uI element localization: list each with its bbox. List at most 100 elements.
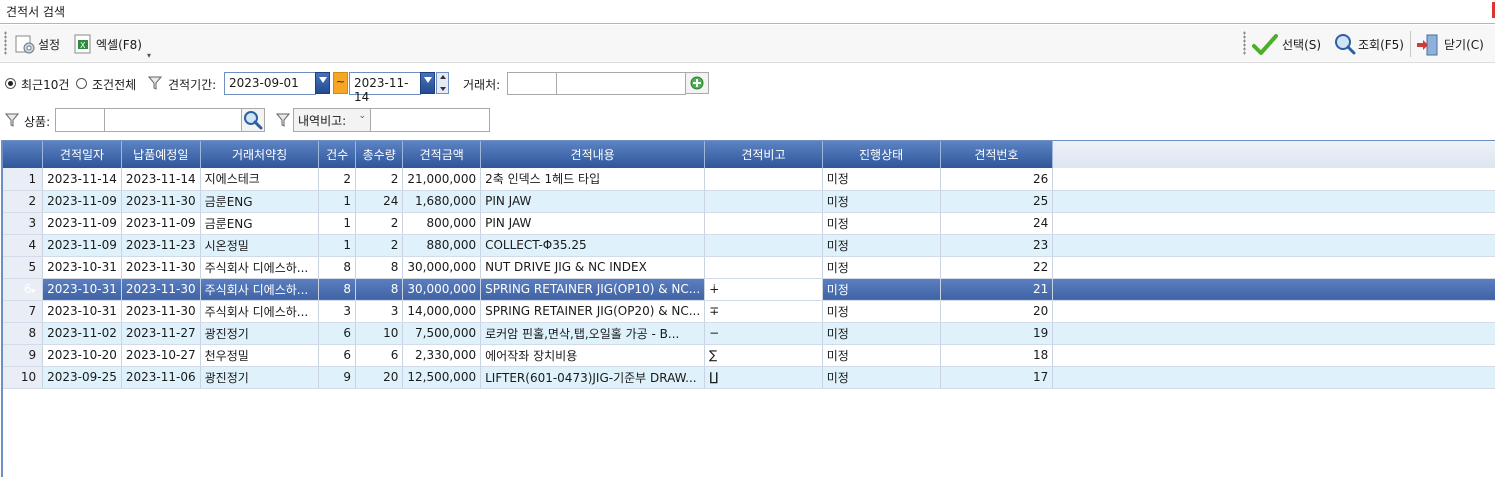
product-code-input[interactable] — [55, 108, 105, 132]
quantity-cell[interactable]: 10 — [355, 322, 404, 345]
row-number[interactable]: 5 — [3, 256, 44, 279]
quote-date-cell[interactable]: 2023-09-25 — [42, 366, 122, 389]
quote-date-cell[interactable]: 2023-11-09 — [42, 212, 122, 235]
table-row[interactable]: 3 2023-11-09 2023-11-09 금룬ENG 1 2 800,000 PIN J… — [3, 212, 1495, 235]
table-row[interactable]: 4 2023-11-09 2023-11-23 시온정밀 1 2 880,000 COLLEC… — [3, 234, 1495, 257]
count-cell[interactable]: 8 — [318, 256, 356, 279]
col-header-remark[interactable]: 견적비고 — [704, 141, 823, 168]
due-date-cell[interactable]: 2023-11-06 — [121, 366, 201, 389]
due-date-cell[interactable]: 2023-11-30 — [121, 300, 201, 323]
quote-no-cell[interactable]: 22 — [940, 256, 1054, 279]
table-row[interactable]: 5 2023-10-31 2023-11-30 주식회사 디에스하... 8 8 30,00… — [3, 256, 1495, 279]
quantity-cell[interactable]: 3 — [355, 300, 404, 323]
toolbar-grip[interactable] — [4, 31, 7, 55]
date-to-input[interactable]: 2023-11-14 — [349, 72, 421, 104]
all-conditions-radio[interactable] — [76, 78, 87, 89]
amount-cell[interactable]: 800,000 — [402, 212, 482, 235]
count-cell[interactable]: 1 — [318, 234, 356, 257]
client-cell[interactable]: 금룬ENG — [200, 190, 320, 213]
detail-remark-input[interactable] — [370, 108, 490, 132]
quote-no-cell[interactable]: 25 — [940, 190, 1054, 213]
search-button[interactable]: 조회(F5) — [1334, 31, 1404, 57]
count-cell[interactable]: 6 — [318, 322, 356, 345]
due-date-cell[interactable]: 2023-11-30 — [121, 190, 201, 213]
client-name-input[interactable] — [556, 72, 686, 95]
status-cell[interactable]: 미정 — [822, 190, 941, 213]
row-number[interactable]: 8 — [3, 322, 44, 345]
quote-date-cell[interactable]: 2023-11-09 — [42, 190, 122, 213]
close-button[interactable]: 닫기(C) — [1416, 31, 1484, 57]
row-number[interactable]: 2 — [3, 190, 44, 213]
table-row[interactable]: 2 2023-11-09 2023-11-30 금룬ENG 1 24 1,680,000 PI… — [3, 190, 1495, 213]
remark-cell[interactable]: ∔ — [704, 278, 823, 301]
content-cell[interactable]: SPRING RETAINER JIG(OP20) & NC... — [480, 300, 706, 323]
amount-cell[interactable]: 2,330,000 — [402, 344, 482, 367]
quantity-cell[interactable]: 6 — [355, 344, 404, 367]
quantity-cell[interactable]: 20 — [355, 366, 404, 389]
amount-cell[interactable]: 14,000,000 — [402, 300, 482, 323]
client-cell[interactable]: 지에스테크 — [200, 168, 320, 191]
quote-no-cell[interactable]: 23 — [940, 234, 1054, 257]
quantity-cell[interactable]: 8 — [355, 278, 404, 301]
col-header-count[interactable]: 건수 — [318, 141, 356, 168]
quantity-cell[interactable]: 24 — [355, 190, 404, 213]
quote-date-cell[interactable]: 2023-10-31 — [42, 300, 122, 323]
table-row[interactable]: 7 2023-10-31 2023-11-30 주식회사 디에스하... 3 3 14,00… — [3, 300, 1495, 323]
client-cell[interactable]: 주식회사 디에스하... — [200, 256, 320, 279]
amount-cell[interactable]: 880,000 — [402, 234, 482, 257]
amount-cell[interactable]: 12,500,000 — [402, 366, 482, 389]
table-row[interactable]: 9 2023-10-20 2023-10-27 천우정밀 6 6 2,330,000 에어작좌… — [3, 344, 1495, 367]
amount-cell[interactable]: 7,500,000 — [402, 322, 482, 345]
detail-remark-filter-icon[interactable] — [276, 113, 290, 127]
row-number[interactable]: 6▸ — [3, 278, 44, 301]
content-cell[interactable]: PIN JAW — [480, 190, 706, 213]
amount-cell[interactable]: 1,680,000 — [402, 190, 482, 213]
quote-date-cell[interactable]: 2023-11-14 — [42, 168, 122, 191]
client-cell[interactable]: 금룬ENG — [200, 212, 320, 235]
status-cell[interactable]: 미정 — [822, 234, 941, 257]
client-code-input[interactable] — [507, 72, 557, 95]
row-number[interactable]: 10 — [3, 366, 44, 389]
quote-no-cell[interactable]: 20 — [940, 300, 1054, 323]
table-row[interactable]: 8 2023-11-02 2023-11-27 광진정기 6 10 7,500,000 로커암… — [3, 322, 1495, 345]
quote-no-cell[interactable]: 17 — [940, 366, 1054, 389]
content-cell[interactable]: 로커암 핀홀,면삭,탭,오일홀 가공 - B... — [480, 322, 706, 345]
status-cell[interactable]: 미정 — [822, 168, 941, 191]
status-cell[interactable]: 미정 — [822, 256, 941, 279]
status-cell[interactable]: 미정 — [822, 278, 941, 301]
quote-no-cell[interactable]: 24 — [940, 212, 1054, 235]
amount-cell[interactable]: 30,000,000 — [402, 278, 482, 301]
remark-cell[interactable] — [704, 190, 823, 213]
recent10-radio[interactable] — [5, 78, 16, 89]
count-cell[interactable]: 1 — [318, 212, 356, 235]
date-to-stepper[interactable] — [436, 72, 449, 94]
col-header-quantity[interactable]: 총수량 — [355, 141, 404, 168]
client-cell[interactable]: 천우정밀 — [200, 344, 320, 367]
amount-cell[interactable]: 21,000,000 — [402, 168, 482, 191]
period-filter-icon[interactable] — [148, 76, 162, 90]
col-header-rownum[interactable] — [3, 141, 44, 168]
client-cell[interactable]: 시온정밀 — [200, 234, 320, 257]
content-cell[interactable]: SPRING RETAINER JIG(OP10) & NC... — [480, 278, 706, 301]
quantity-cell[interactable]: 8 — [355, 256, 404, 279]
col-header-quote-no[interactable]: 견적번호 — [940, 141, 1054, 168]
content-cell[interactable]: 에어작좌 장치비용 — [480, 344, 706, 367]
col-header-status[interactable]: 진행상태 — [822, 141, 941, 168]
count-cell[interactable]: 1 — [318, 190, 356, 213]
settings-button[interactable]: 설정 — [14, 31, 60, 57]
recent10-label[interactable]: 최근10건 — [21, 76, 69, 93]
count-cell[interactable]: 9 — [318, 366, 356, 389]
count-cell[interactable]: 2 — [318, 168, 356, 191]
quote-no-cell[interactable]: 21 — [940, 278, 1054, 301]
quote-no-cell[interactable]: 18 — [940, 344, 1054, 367]
due-date-cell[interactable]: 2023-11-23 — [121, 234, 201, 257]
product-search-button[interactable] — [241, 108, 265, 132]
status-cell[interactable]: 미정 — [822, 212, 941, 235]
table-row[interactable]: 6▸ 2023-10-31 2023-11-30 주식회사 디에스하... 8 8 30,0… — [3, 278, 1495, 301]
status-cell[interactable]: 미정 — [822, 322, 941, 345]
count-cell[interactable]: 6 — [318, 344, 356, 367]
quote-no-cell[interactable]: 19 — [940, 322, 1054, 345]
quantity-cell[interactable]: 2 — [355, 234, 404, 257]
status-cell[interactable]: 미정 — [822, 300, 941, 323]
row-number[interactable]: 9 — [3, 344, 44, 367]
